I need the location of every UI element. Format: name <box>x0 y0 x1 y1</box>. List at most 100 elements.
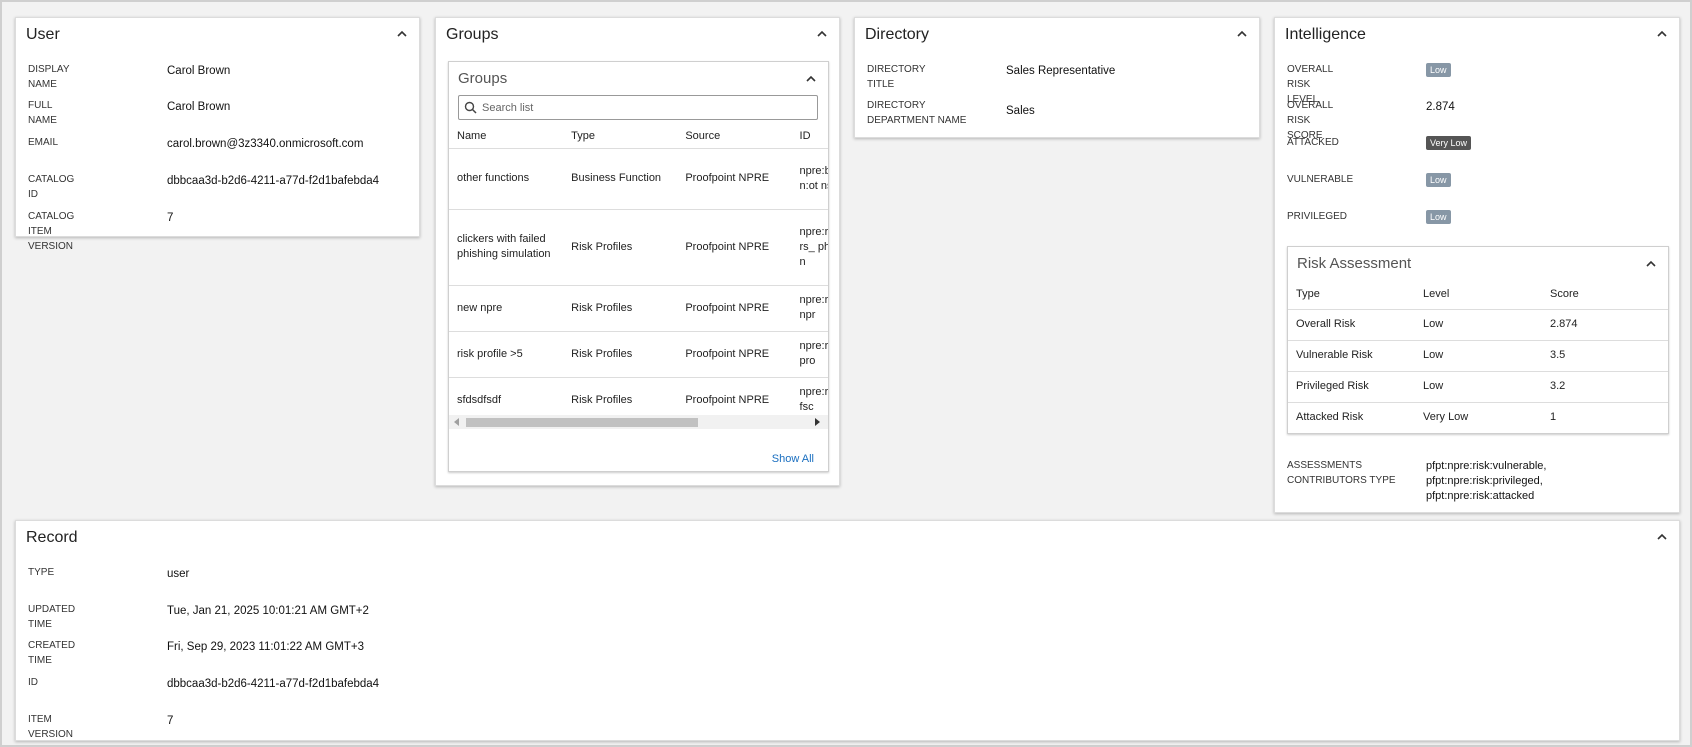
field-label: DIRECTORY DEPARTMENT NAME <box>867 100 967 126</box>
group-name: new npre <box>449 285 564 332</box>
record-card-title: Record <box>26 529 78 546</box>
groups-list-panel: Groups Search list Name Type Source ID o… <box>448 61 829 472</box>
column-header[interactable]: Name <box>449 124 564 149</box>
field-label: FULL NAME <box>28 100 57 126</box>
field-value: user <box>167 568 190 580</box>
groups-card: Groups Groups Search list Name Type Sour… <box>435 17 840 486</box>
contributor-item: pfpt:npre:risk:attacked <box>1426 490 1535 502</box>
risk-type: Vulnerable Risk <box>1288 340 1415 372</box>
field-value: Fri, Sep 29, 2023 11:01:22 AM GMT+3 <box>167 641 364 653</box>
show-all-link[interactable]: Show All <box>772 453 814 465</box>
table-row[interactable]: Vulnerable Risk Low 3.5 <box>1288 340 1668 372</box>
column-header[interactable]: Type <box>1288 280 1415 310</box>
field-label: CREATED TIME <box>28 640 76 666</box>
field-label: DISPLAY NAME <box>28 64 70 90</box>
risk-score: 3.5 <box>1542 340 1668 372</box>
groups-table-viewport: Name Type Source ID other functions Busi… <box>449 124 828 414</box>
scrollbar-thumb[interactable] <box>466 418 698 427</box>
risk-level: Low <box>1415 309 1542 341</box>
field-value: Carol Brown <box>167 65 231 77</box>
group-id: npre:ris fdsdfsc <box>799 386 828 414</box>
group-id: npre:ris ickers_ phishin n <box>791 209 828 286</box>
groups-card-title: Groups <box>446 26 499 43</box>
field-value: Sales Representative <box>1006 65 1116 77</box>
contributor-item: pfpt:npre:risk:privileged, <box>1426 475 1543 487</box>
field-label: TYPE <box>28 567 55 578</box>
table-row[interactable]: Privileged Risk Low 3.2 <box>1288 371 1668 403</box>
table-row[interactable]: risk profile >5 Risk Profiles Proofpoint… <box>449 331 828 378</box>
group-source: Proofpoint NPRE <box>685 393 770 406</box>
attacked-badge: Very Low <box>1426 136 1472 150</box>
vulnerable-badge: Low <box>1426 173 1451 187</box>
horizontal-scrollbar[interactable] <box>449 415 828 429</box>
risk-type: Overall Risk <box>1288 309 1415 341</box>
chevron-up-icon[interactable] <box>1644 257 1658 271</box>
risk-level: Low <box>1415 340 1542 372</box>
field-label: UPDATED TIME <box>28 604 76 630</box>
table-row[interactable]: clickers with failed phishing simulation… <box>449 209 828 286</box>
field-label: ASSESSMENTS CONTRIBUTORS TYPE <box>1287 460 1396 486</box>
risk-type: Privileged Risk <box>1288 371 1415 403</box>
chevron-up-icon[interactable] <box>1655 530 1669 544</box>
record-card: Record TYPE user UPDATED TIME Tue, Jan 2… <box>15 520 1680 741</box>
risk-assessment-panel: Risk Assessment Type Level Score Overall… <box>1287 246 1669 434</box>
column-header[interactable]: ID <box>791 124 828 149</box>
field-value: Carol Brown <box>167 101 231 113</box>
field-label: VULNERABLE <box>1287 174 1354 185</box>
risk-level-badge: Low <box>1426 63 1451 77</box>
search-icon <box>464 101 477 119</box>
column-header[interactable]: Score <box>1542 280 1668 310</box>
group-name: other functions <box>449 148 564 210</box>
intelligence-card-title: Intelligence <box>1285 26 1366 43</box>
risk-score: 3.2 <box>1542 371 1668 403</box>
group-source: Proofpoint NPRE <box>677 331 792 378</box>
risk-assessment-title: Risk Assessment <box>1297 255 1412 272</box>
group-name: clickers with failed phishing simulation <box>449 209 564 286</box>
risk-level: Very Low <box>1423 411 1469 424</box>
chevron-up-icon[interactable] <box>804 72 818 86</box>
contributors-list: pfpt:npre:risk:vulnerable, pfpt:npre:ris… <box>1426 459 1546 504</box>
field-value: Sales <box>1006 105 1035 117</box>
contributor-item: pfpt:npre:risk:vulnerable, <box>1426 460 1547 472</box>
group-type: Business Function <box>563 148 678 210</box>
risk-level: Low <box>1415 371 1542 403</box>
table-row[interactable]: Overall Risk Low 2.874 <box>1288 309 1668 341</box>
search-input[interactable]: Search list <box>458 95 818 120</box>
risk-type: Attacked Risk <box>1296 411 1364 424</box>
chevron-up-icon[interactable] <box>1235 27 1249 41</box>
group-source: Proofpoint NPRE <box>677 209 792 286</box>
privileged-badge: Low <box>1426 210 1451 224</box>
table-row[interactable]: new npre Risk Profiles Proofpoint NPRE n… <box>449 285 828 332</box>
field-value: 7 <box>167 715 174 727</box>
groups-list-title: Groups <box>458 70 508 87</box>
column-header[interactable]: Level <box>1415 280 1542 310</box>
field-label: ITEM VERSION <box>28 714 74 740</box>
field-label: CATALOG ID <box>28 174 75 200</box>
group-source: Proofpoint NPRE <box>677 148 792 210</box>
table-row[interactable]: sfdsdfsdf Risk Profiles Proofpoint NPRE … <box>449 377 828 414</box>
risk-assessment-table: Type Level Score Overall Risk Low 2.874 … <box>1288 280 1668 433</box>
risk-score: 1 <box>1550 411 1557 424</box>
table-row[interactable]: other functions Business Function Proofp… <box>449 148 828 210</box>
table-row[interactable]: Attacked Risk Very Low 1 <box>1288 402 1668 433</box>
chevron-up-icon[interactable] <box>395 27 409 41</box>
group-id: npre:ris ew_npr <box>791 285 828 332</box>
column-header[interactable]: Source <box>677 124 792 149</box>
field-label: DIRECTORY TITLE <box>867 64 926 90</box>
field-value: dbbcaa3d-b2d6-4211-a77d-f2d1bafebda4 <box>167 678 380 690</box>
field-label: ATTACKED <box>1287 137 1339 148</box>
field-label: CATALOG ITEM VERSION <box>28 211 75 252</box>
group-source: Proofpoint NPRE <box>677 285 792 332</box>
user-card: User DISPLAY NAME Carol Brown FULL NAME … <box>15 17 420 252</box>
scroll-right-icon[interactable] <box>815 418 820 426</box>
field-value: dbbcaa3d-b2d6-4211-a77d-f2d1bafebda4 <box>167 175 380 187</box>
chevron-up-icon[interactable] <box>1655 27 1669 41</box>
search-placeholder: Search list <box>482 102 534 114</box>
field-value: Tue, Jan 21, 2025 10:01:21 AM GMT+2 <box>167 605 369 617</box>
group-id: npre:ris sk_pro <box>791 331 828 378</box>
chevron-up-icon[interactable] <box>815 27 829 41</box>
scroll-left-icon[interactable] <box>454 418 459 426</box>
field-label: PRIVILEGED <box>1287 211 1348 222</box>
intelligence-card: Intelligence OVERALL RISK LEVEL Low OVER… <box>1274 17 1680 513</box>
column-header[interactable]: Type <box>563 124 678 149</box>
